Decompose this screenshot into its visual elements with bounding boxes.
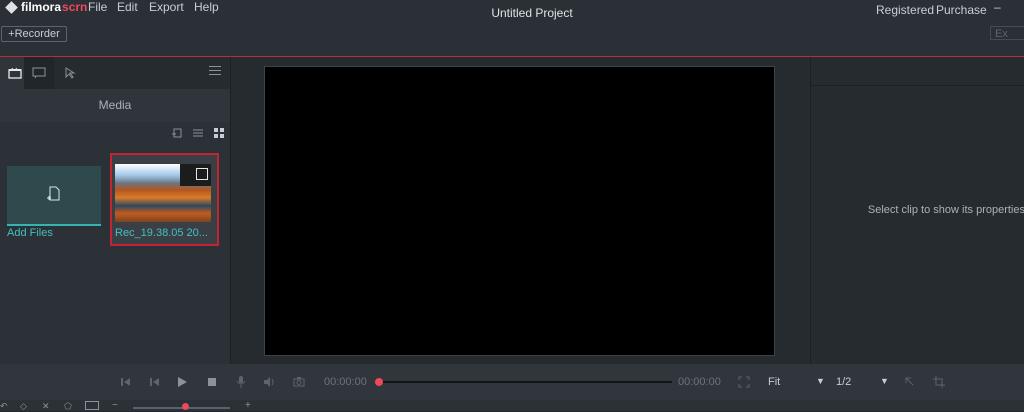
play-icon[interactable] xyxy=(176,376,188,388)
current-time: 00:00:00 xyxy=(324,376,367,388)
timeline-toolbar xyxy=(0,400,1024,411)
add-files-tile[interactable] xyxy=(7,166,101,226)
add-file-icon xyxy=(47,186,60,201)
fit-dropdown-icon[interactable]: ▼ xyxy=(816,376,825,386)
volume-icon[interactable] xyxy=(263,376,275,388)
ratio-dropdown-icon[interactable]: ▼ xyxy=(880,376,889,386)
list-view-icon[interactable] xyxy=(193,128,203,138)
undo-icon[interactable]: ↶ xyxy=(0,401,8,412)
fit-timeline-icon[interactable] xyxy=(85,401,99,410)
properties-hint: Select clip to show its properties xyxy=(867,204,1024,216)
tab-cursor[interactable] xyxy=(55,57,85,89)
export-button[interactable]: Ex xyxy=(990,26,1024,40)
grid-view-icon[interactable] xyxy=(214,128,224,138)
quality-ratio-select[interactable]: 1/2 xyxy=(836,376,851,388)
zoom-in-button[interactable]: + xyxy=(245,400,251,411)
minimize-button[interactable]: – xyxy=(994,0,1001,14)
add-files-label: Add Files xyxy=(7,227,53,239)
recorder-button[interactable]: +Recorder xyxy=(1,26,67,42)
menu-icon[interactable] xyxy=(209,66,221,78)
properties-header xyxy=(811,57,1024,86)
redo-icon[interactable]: ◇ xyxy=(20,401,27,412)
playback-progress-knob[interactable] xyxy=(375,378,383,386)
skip-back-icon[interactable] xyxy=(119,376,131,388)
crop-icon[interactable] xyxy=(933,376,945,388)
timeline-zoom-knob[interactable] xyxy=(182,403,189,410)
project-title: Untitled Project xyxy=(491,6,573,20)
zoom-fit-select[interactable]: Fit xyxy=(768,376,780,388)
total-time: 00:00:00 xyxy=(678,376,721,388)
marker-icon[interactable]: ⬠ xyxy=(64,401,72,412)
delete-icon[interactable]: ✕ xyxy=(42,401,50,412)
import-icon[interactable] xyxy=(172,128,182,138)
cursor-arrow-icon xyxy=(65,67,76,79)
stop-icon[interactable] xyxy=(206,376,218,388)
zoom-out-button[interactable]: − xyxy=(112,400,118,411)
playback-progress-track[interactable] xyxy=(379,381,672,383)
microphone-icon[interactable] xyxy=(235,376,247,388)
media-header: Media xyxy=(0,89,230,122)
registered-link[interactable]: Registered xyxy=(876,3,934,17)
film-strip-icon xyxy=(196,168,208,180)
pointer-tool-icon[interactable] xyxy=(904,376,916,388)
step-back-icon[interactable] xyxy=(148,376,160,388)
fullscreen-icon[interactable] xyxy=(738,376,750,388)
tab-annotation[interactable] xyxy=(24,57,54,89)
clapper-icon xyxy=(8,67,22,79)
clip-filename: Rec_19.38.05 20... xyxy=(115,227,208,239)
video-preview[interactable] xyxy=(264,66,775,356)
purchase-link[interactable]: Purchase xyxy=(936,3,987,17)
speech-bubble-icon xyxy=(32,67,46,79)
camera-icon[interactable] xyxy=(293,376,305,388)
